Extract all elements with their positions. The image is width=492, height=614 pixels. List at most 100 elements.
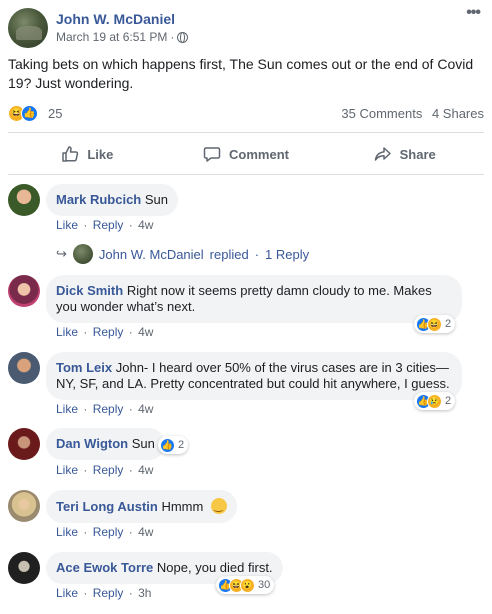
reply-author-avatar (72, 244, 93, 264)
comment-text: Sun (144, 192, 169, 207)
author-name[interactable]: John W. McDaniel (56, 11, 175, 27)
commenter-name[interactable]: Teri Long Austin (56, 499, 158, 514)
post-text: Taking bets on which happens first, The … (8, 56, 474, 91)
comment-age[interactable]: 4w (138, 325, 153, 339)
reply-label: replied (209, 246, 249, 262)
comment-like-link[interactable]: Like (56, 325, 78, 339)
more-options-icon[interactable]: ••• (466, 4, 481, 22)
replies-link[interactable]: ↪ John W. McDaniel replied · 1 Reply (56, 243, 309, 265)
commenter-name[interactable]: Dan Wigton (56, 436, 128, 451)
reactions-summary: 😆 👍 25 35 Comments 4 Shares (8, 103, 484, 123)
sad-reaction-icon: 😢 (427, 393, 442, 409)
author-avatar[interactable] (8, 8, 48, 48)
dot-separator: · (83, 325, 88, 339)
like-reaction-icon: 👍 (160, 437, 175, 453)
dot-separator: · (128, 218, 133, 232)
comment-text: Hmmm (161, 499, 204, 514)
comment-bubble: Mark Rubcich Sun (46, 184, 179, 216)
comment-like-link[interactable]: Like (56, 586, 78, 600)
comment-reply-link[interactable]: Reply (93, 325, 124, 339)
comment-text: Nope, you died first. (156, 560, 273, 575)
dot-separator: · (128, 463, 133, 477)
comment-item: Dan Wigton Sun 👍 2 Like · Reply · 4w (8, 428, 484, 480)
commenter-avatar[interactable] (8, 275, 40, 307)
comment-item: Teri Long Austin Hmmm Like · Reply · 4w (8, 490, 484, 542)
commenter-avatar[interactable] (8, 428, 40, 460)
dot-separator: · (83, 586, 88, 600)
comment-bubble: Dick Smith Right now it seems pretty dam… (46, 275, 462, 323)
comment-age[interactable]: 4w (138, 218, 153, 232)
comment-reaction-count: 2 (445, 318, 452, 330)
dot-separator: · (83, 402, 88, 416)
comment-reactions[interactable]: 👍 😆 😮 30 (216, 576, 275, 594)
comment-like-link[interactable]: Like (56, 218, 78, 232)
comment-item: Dick Smith Right now it seems pretty dam… (8, 275, 484, 343)
comment-reply-link[interactable]: Reply (93, 463, 124, 477)
post-timestamp[interactable]: March 19 at 6:51 PM (56, 30, 167, 44)
comment-bubble: Teri Long Austin Hmmm (46, 490, 237, 523)
commenter-avatar[interactable] (8, 352, 40, 384)
comment-item: Tom Leix John- I heard over 50% of the v… (8, 352, 484, 420)
comment-reactions[interactable]: 👍 2 (158, 436, 189, 454)
comment-actions: Like · Reply · 4w (56, 325, 153, 339)
reply-arrow-icon: ↪ (56, 246, 67, 261)
commenter-avatar[interactable] (8, 552, 40, 584)
comment-reply-link[interactable]: Reply (93, 218, 124, 232)
comment-actions: Like · Reply · 4w (56, 218, 153, 232)
comment-actions: Like · Reply · 4w (56, 463, 153, 477)
commenter-name[interactable]: Mark Rubcich (56, 192, 141, 207)
comment-button[interactable]: Comment (167, 138, 326, 170)
comment-reactions[interactable]: 👍 😢 2 (414, 392, 456, 410)
dot-separator: · (128, 402, 133, 416)
meta-separator: · (170, 30, 175, 44)
share-icon (374, 147, 391, 161)
comment-age[interactable]: 3h (138, 586, 151, 600)
comment-like-link[interactable]: Like (56, 402, 78, 416)
like-button-label: Like (87, 146, 114, 162)
like-reaction-icon: 👍 (21, 105, 38, 122)
commenter-avatar[interactable] (8, 184, 40, 216)
share-button-label: Share (399, 146, 436, 162)
like-button[interactable]: Like (8, 138, 167, 170)
dot-separator: · (128, 325, 133, 339)
comment-text: Sun (131, 436, 155, 451)
comments-count[interactable]: 35 Comments (341, 106, 422, 121)
share-button[interactable]: Share (325, 138, 484, 170)
comment-age[interactable]: 4w (138, 402, 153, 416)
comment-reply-link[interactable]: Reply (93, 402, 124, 416)
comment-bubble: Tom Leix John- I heard over 50% of the v… (46, 352, 462, 400)
comment-reply-link[interactable]: Reply (93, 586, 124, 600)
comment-actions: Like · Reply · 3h (56, 586, 151, 600)
commenter-name[interactable]: Ace Ewok Torre (56, 560, 153, 575)
dot-separator: · (83, 525, 88, 539)
comment-age[interactable]: 4w (138, 525, 153, 539)
comment-bubble: Dan Wigton Sun (46, 428, 165, 460)
reaction-count[interactable]: 25 (48, 106, 62, 121)
dot-separator: · (128, 586, 133, 600)
comment-text: John- I heard over 50% of the virus case… (56, 360, 450, 391)
haha-reaction-icon: 😆 (427, 316, 442, 332)
commenter-name[interactable]: Tom Leix (56, 360, 112, 375)
globe-icon (177, 31, 189, 43)
smile-emoji-icon (210, 498, 227, 514)
shares-count[interactable]: 4 Shares (432, 106, 484, 121)
comment-reactions[interactable]: 👍 😆 2 (414, 315, 456, 333)
dot-separator: · (83, 218, 88, 232)
post-action-bar: Like Comment Share (8, 138, 484, 170)
comment-like-link[interactable]: Like (56, 463, 78, 477)
reply-count: 1 Reply (265, 246, 310, 262)
comment-item: Mark Rubcich Sun Like · Reply · 4w (8, 184, 484, 244)
comment-reply-link[interactable]: Reply (93, 525, 124, 539)
reaction-icons[interactable]: 😆 👍 (8, 105, 38, 122)
comment-like-link[interactable]: Like (56, 525, 78, 539)
comment-button-label: Comment (229, 146, 289, 162)
engagement-stats: 35 Comments 4 Shares (341, 106, 484, 121)
commenter-avatar[interactable] (8, 490, 40, 522)
comment-reaction-count: 30 (258, 579, 271, 591)
commenter-name[interactable]: Dick Smith (56, 283, 123, 298)
comment-reaction-count: 2 (178, 439, 185, 451)
thumbs-up-icon (62, 146, 79, 162)
comment-reaction-count: 2 (445, 395, 452, 407)
comment-age[interactable]: 4w (138, 463, 153, 477)
wow-reaction-icon: 😮 (240, 577, 255, 593)
